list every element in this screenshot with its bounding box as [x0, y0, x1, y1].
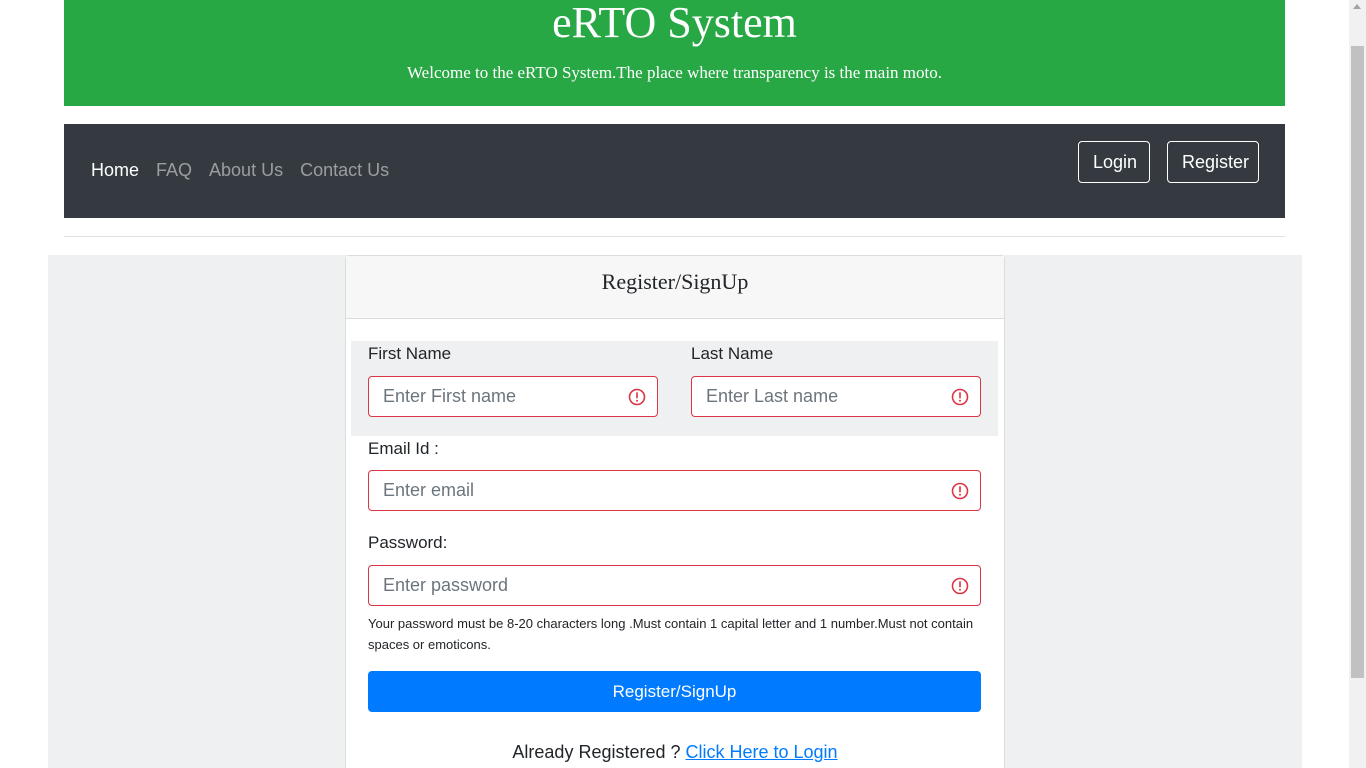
register-button[interactable]: Register: [1167, 141, 1259, 183]
login-button[interactable]: Login: [1078, 141, 1150, 183]
already-registered-text: Already Registered ?: [512, 742, 686, 762]
exclamation-circle-icon: [628, 388, 646, 406]
last-name-label: Last Name: [691, 344, 774, 363]
last-name-field: [691, 376, 981, 417]
nav-link-contact-us[interactable]: Contact Us: [300, 160, 389, 181]
scroll-up-arrow-icon[interactable]: [1353, 4, 1361, 9]
password-label: Password:: [368, 533, 448, 552]
password-field: [368, 565, 981, 606]
password-input[interactable]: [369, 566, 980, 605]
first-name-field: [368, 376, 658, 417]
exclamation-circle-icon: [951, 577, 969, 595]
exclamation-circle-icon: [951, 388, 969, 406]
nav-link-faq[interactable]: FAQ: [156, 160, 192, 181]
divider: [64, 236, 1285, 237]
site-title: eRTO System: [552, 0, 797, 47]
exclamation-circle-icon: [951, 482, 969, 500]
email-input[interactable]: [369, 471, 980, 510]
main-navbar: Home FAQ About Us Contact Us Login Regis…: [64, 124, 1285, 218]
first-name-input[interactable]: [369, 377, 657, 416]
login-link[interactable]: Click Here to Login: [686, 742, 838, 762]
email-label: Email Id :: [368, 439, 439, 458]
card-title: Register/SignUp: [346, 256, 1004, 319]
vertical-scrollbar[interactable]: [1349, 0, 1366, 768]
scrollbar-thumb[interactable]: [1351, 46, 1364, 678]
first-name-label: First Name: [368, 344, 452, 363]
nav-link-about-us[interactable]: About Us: [209, 160, 283, 181]
last-name-input[interactable]: [692, 377, 980, 416]
register-card: Register/SignUp First Name Last Name Ema…: [345, 255, 1005, 768]
login-prompt: Already Registered ? Click Here to Login: [346, 742, 1004, 763]
site-banner: eRTO System Welcome to the eRTO System.T…: [64, 0, 1285, 106]
nav-links: Home FAQ About Us Contact Us: [91, 160, 389, 181]
nav-link-home[interactable]: Home: [91, 160, 139, 181]
password-help-text: Your password must be 8-20 characters lo…: [368, 616, 974, 652]
email-field: [368, 470, 981, 511]
site-tagline: Welcome to the eRTO System.The place whe…: [407, 63, 942, 82]
register-signup-button[interactable]: Register/SignUp: [368, 671, 981, 712]
